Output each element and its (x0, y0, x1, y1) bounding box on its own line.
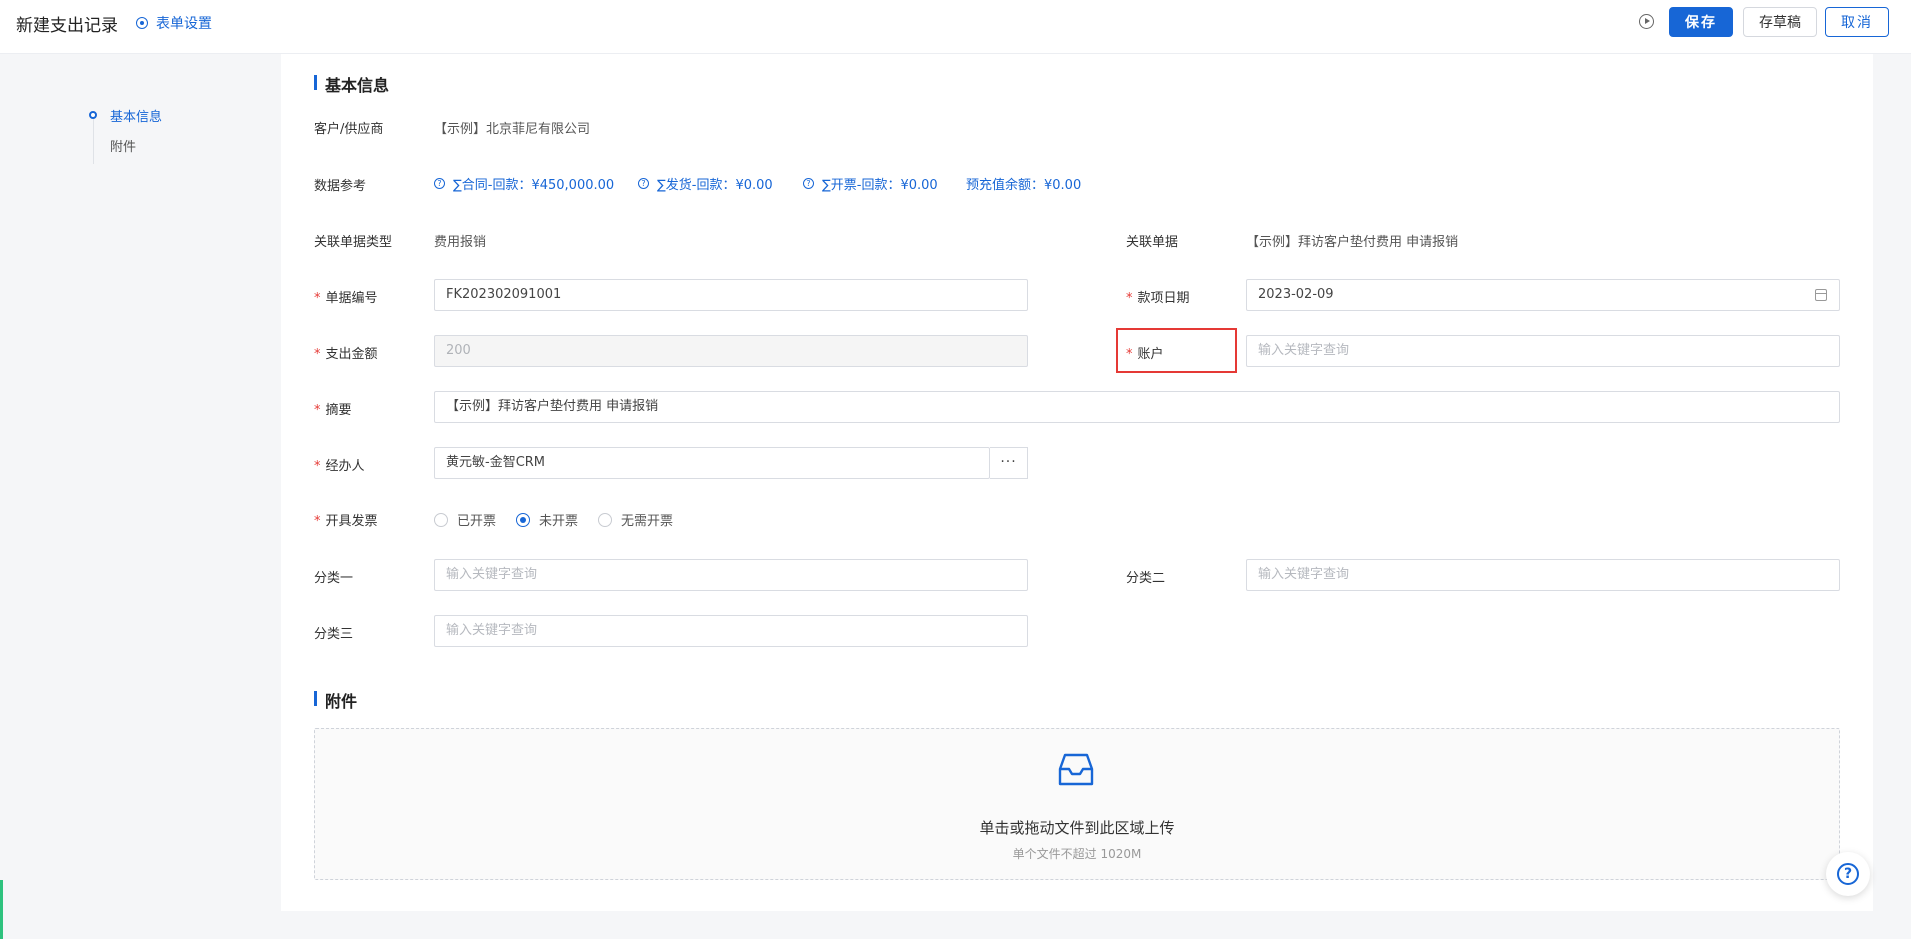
cancel-button[interactable]: 取消 (1825, 7, 1889, 37)
reference-invoice[interactable]: ? ∑开票-回款：¥0.00 (803, 174, 938, 193)
page-title: 新建支出记录 (16, 16, 118, 36)
doc-no-input[interactable]: FK202302091001 (434, 279, 1028, 311)
amount-input: 200 (434, 335, 1028, 367)
category-2-input[interactable]: 输入关键字查询 (1246, 559, 1840, 591)
calendar-icon[interactable] (1815, 289, 1827, 301)
radio-no-invoice-needed[interactable]: 无需开票 (598, 510, 673, 529)
reference-text: ∑合同-回款：¥450,000.00 (453, 178, 615, 193)
data-reference-label: 数据参考 (314, 179, 367, 194)
related-type-value: 费用报销 (434, 235, 487, 250)
date-value: 2023-02-09 (1258, 287, 1334, 302)
section-bar (314, 75, 317, 90)
handler-label: * 经办人 (314, 459, 365, 474)
section-title-attachments: 附件 (314, 688, 357, 712)
date-label-text: 款项日期 (1137, 291, 1190, 306)
nav-item-label: 基本信息 (110, 110, 163, 125)
question-icon: ? (803, 178, 814, 189)
summary-label-text: 摘要 (325, 403, 352, 418)
form-settings-link[interactable]: 表单设置 (136, 13, 212, 33)
section-bar (314, 691, 317, 706)
section-title-basic: 基本信息 (314, 72, 389, 96)
section-title-text: 基本信息 (325, 76, 390, 95)
related-type-label: 关联单据类型 (314, 235, 393, 250)
nav-item-label: 附件 (110, 140, 137, 155)
help-button[interactable]: ? (1826, 852, 1870, 896)
reference-contract[interactable]: ? ∑合同-回款：¥450,000.00 (434, 174, 614, 193)
save-draft-button[interactable]: 存草稿 (1743, 7, 1817, 37)
handler-input[interactable]: 黄元敏-金智CRM (434, 447, 990, 479)
radio-label: 已开票 (457, 514, 497, 529)
nav-item-basic-info[interactable]: 基本信息 (89, 106, 163, 125)
account-input[interactable]: 输入关键字查询 (1246, 335, 1840, 367)
amount-label: * 支出金额 (314, 347, 378, 362)
doc-no-label-text: 单据编号 (325, 291, 378, 306)
radio-invoiced[interactable]: 已开票 (434, 510, 496, 529)
handler-label-text: 经办人 (325, 459, 365, 474)
category-1-label: 分类一 (314, 571, 354, 586)
reference-shipment[interactable]: ? ∑发货-回款：¥0.00 (638, 174, 773, 193)
radio-circle-icon (598, 512, 612, 527)
date-label: * 款项日期 (1126, 291, 1190, 306)
active-dot-icon (89, 111, 97, 119)
question-icon: ? (434, 178, 445, 189)
category-3-input[interactable]: 输入关键字查询 (434, 615, 1028, 647)
form-settings-label: 表单设置 (156, 16, 212, 32)
account-label-text: 账户 (1137, 347, 1164, 362)
category-1-input[interactable]: 输入关键字查询 (434, 559, 1028, 591)
radio-checked-icon (516, 512, 530, 527)
nav-item-attachments[interactable]: 附件 (91, 136, 136, 155)
help-icon: ? (1837, 863, 1859, 885)
customer-label: 客户/供应商 (314, 122, 384, 137)
upload-text: 单击或拖动文件到此区域上传 (979, 819, 1175, 837)
summary-label: * 摘要 (314, 403, 352, 418)
invoice-label: * 开具发票 (314, 514, 378, 529)
upload-dropzone[interactable]: 单击或拖动文件到此区域上传 单个文件不超过 1020M (314, 728, 1840, 880)
edge-strip (0, 880, 3, 939)
radio-circle-icon (434, 512, 448, 527)
radio-not-invoiced[interactable]: 未开票 (516, 510, 578, 529)
date-input[interactable]: 2023-02-09 (1246, 279, 1840, 311)
inbox-icon (1058, 753, 1094, 786)
reference-text: 预充值余额：¥0.00 (966, 178, 1082, 193)
radio-label: 未开票 (539, 514, 579, 529)
form-card: 基本信息 客户/供应商 【示例】北京菲尼有限公司 数据参考 ? ∑合同-回款：¥… (281, 54, 1873, 911)
customer-value: 【示例】北京菲尼有限公司 (434, 122, 591, 137)
invoice-label-text: 开具发票 (325, 514, 378, 529)
summary-input[interactable]: 【示例】拜访客户垫付费用 申请报销 (434, 391, 1840, 423)
reference-text: ∑发货-回款：¥0.00 (657, 178, 773, 193)
category-3-label: 分类三 (314, 627, 354, 642)
doc-no-label: * 单据编号 (314, 291, 378, 306)
top-bar: 新建支出记录 表单设置 保存 存草稿 取消 (0, 0, 1911, 54)
reference-prepaid: 预充值余额：¥0.00 (966, 174, 1081, 193)
related-doc-label: 关联单据 (1126, 235, 1179, 250)
category-2-label: 分类二 (1126, 571, 1166, 586)
related-doc-value: 【示例】拜访客户垫付费用 申请报销 (1246, 235, 1459, 250)
save-button[interactable]: 保存 (1669, 7, 1733, 37)
question-icon: ? (638, 178, 649, 189)
play-icon[interactable] (1639, 14, 1654, 29)
handler-more-button[interactable]: ··· (990, 447, 1028, 479)
gear-icon (136, 17, 148, 29)
amount-label-text: 支出金额 (325, 347, 378, 362)
reference-text: ∑开票-回款：¥0.00 (822, 178, 938, 193)
upload-hint: 单个文件不超过 1020M (1012, 847, 1142, 861)
section-title-text: 附件 (325, 692, 358, 711)
radio-label: 无需开票 (621, 514, 674, 529)
account-label: * 账户 (1126, 347, 1164, 362)
